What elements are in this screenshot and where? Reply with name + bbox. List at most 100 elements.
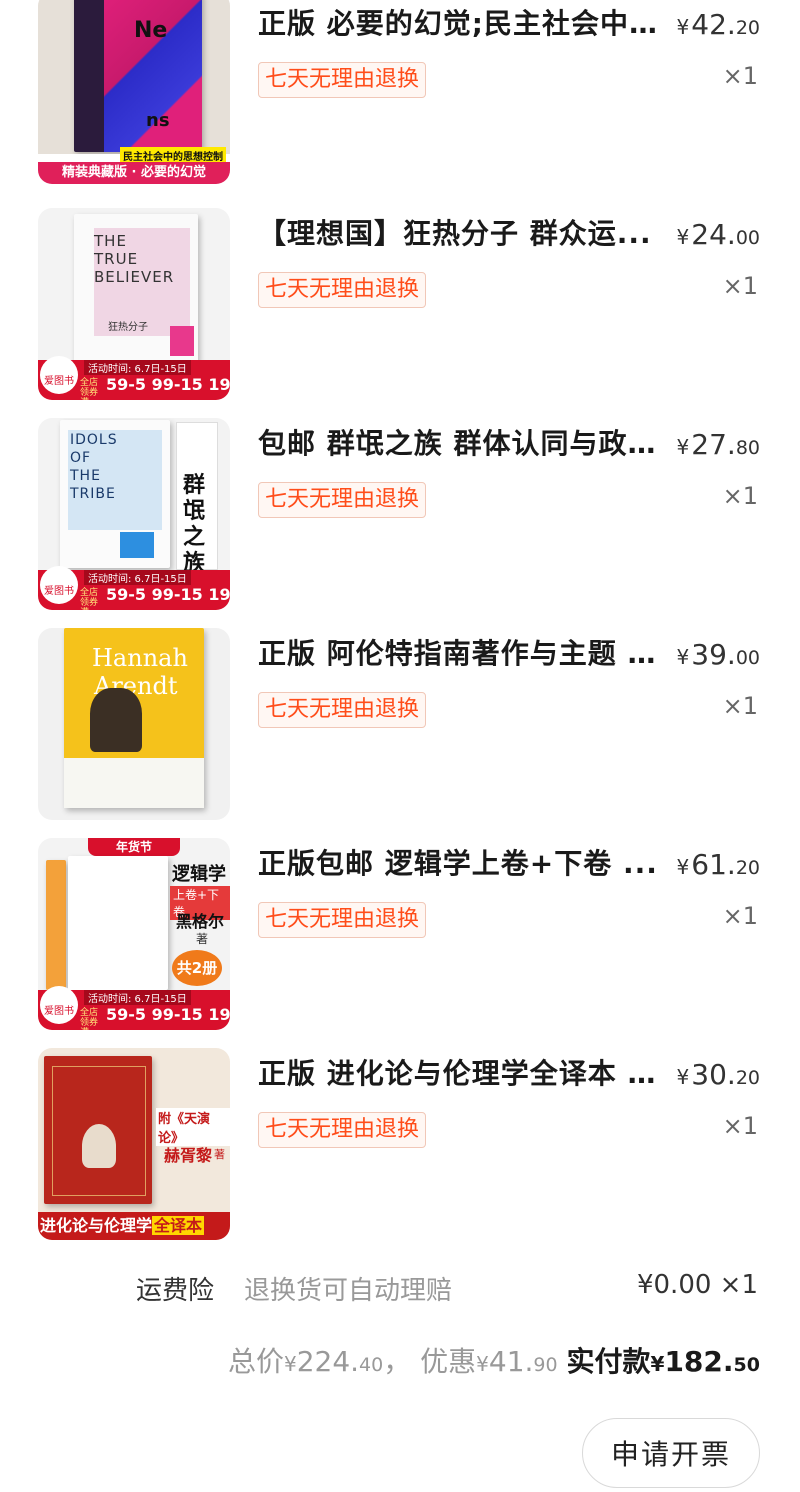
total-decimal: 40	[359, 1354, 384, 1376]
product-title[interactable]: 正版 阿伦特指南著作与主题 ...	[258, 632, 658, 672]
cover-author-suffix: 著	[196, 932, 209, 946]
price-integer: 24.	[691, 218, 736, 251]
price-decimal: 20	[735, 857, 760, 879]
payment-decimal: 50	[733, 1354, 760, 1376]
shipping-insurance-desc: 退换货可自动理赔	[244, 1276, 453, 1306]
return-policy-badge: 七天无理由退换	[258, 272, 427, 308]
product-title[interactable]: 正版包邮 逻辑学上卷+下卷 ...	[258, 842, 658, 882]
volume-count-badge: 共2册	[172, 950, 222, 986]
promo-logo: 爱图书	[40, 566, 78, 604]
promo-banner: 爱图书 活动时间: 6.7日-15日 全店领券满 59-5 99-15 199-…	[38, 356, 230, 400]
shipping-insurance-price: ¥0.00 ×1	[636, 1270, 758, 1300]
discount-integer: 41.	[488, 1345, 534, 1378]
product-quantity: ×1	[722, 692, 758, 720]
price-integer: 61.	[691, 848, 736, 881]
order-detail-page: Ne ns 民主社会中的思想控制 精装典藏版 · 必要的幻觉 正版 必要的幻觉;…	[0, 0, 800, 1492]
order-item[interactable]: 附《天演论》 赫胥黎 著 进化论与伦理学 全译本 正版 进化论与伦理学全译本 ..…	[0, 1048, 800, 1260]
product-price: ¥30.20	[677, 1058, 760, 1091]
product-quantity: ×1	[722, 902, 758, 930]
book-cover-image: Hannah Arendt	[64, 628, 204, 808]
promo-coupon-label: 全店领券满	[80, 588, 99, 610]
price-integer: 39.	[691, 638, 736, 671]
product-thumbnail[interactable]: Ne ns 民主社会中的思想控制 精装典藏版 · 必要的幻觉	[38, 0, 230, 184]
order-item[interactable]: Ne ns 民主社会中的思想控制 精装典藏版 · 必要的幻觉 正版 必要的幻觉;…	[0, 0, 800, 210]
cover-appendix-label: 附《天演论》	[156, 1108, 230, 1146]
currency-symbol: ¥	[676, 15, 690, 39]
product-thumbnail[interactable]: THE TRUE BELIEVER 狂热分子 爱图书 活动时间: 6.7日-15…	[38, 208, 230, 400]
return-policy-badge: 七天无理由退换	[258, 482, 427, 518]
cover-banner-tag: 全译本	[152, 1216, 205, 1235]
cover-author: 赫胥黎	[164, 1146, 213, 1165]
order-totals: 总价¥224.40， 优惠¥41.90 实付款¥182.50	[228, 1340, 760, 1380]
price-decimal: 80	[735, 437, 760, 459]
promo-logo: 爱图书	[40, 356, 78, 394]
product-price: ¥24.00	[677, 218, 760, 251]
total-label: 总价	[227, 1345, 284, 1378]
product-price: ¥61.20	[677, 848, 760, 881]
product-price: ¥42.20	[677, 8, 760, 41]
book-cover-image: IDOLS OF THE TRIBE	[60, 420, 170, 568]
payment-label: 实付款	[566, 1345, 651, 1378]
promo-coupon-values: 59-5 99-15 199-25	[106, 375, 230, 394]
currency-symbol: ¥	[676, 225, 690, 249]
product-title[interactable]: 正版 进化论与伦理学全译本 ...	[258, 1052, 658, 1092]
product-quantity: ×1	[722, 482, 758, 510]
promo-date: 活动时间: 6.7日-15日	[84, 570, 191, 585]
price-decimal: 20	[735, 1067, 760, 1089]
festival-label: 年货节	[88, 838, 180, 856]
price-integer: 42.	[691, 8, 736, 41]
product-title[interactable]: 【理想国】狂热分子 群众运...	[258, 212, 658, 252]
cover-subtitle: 狂热分子	[108, 322, 148, 333]
spine-title: 群氓之族	[183, 473, 206, 576]
payment-integer: 182.	[664, 1345, 734, 1378]
order-item[interactable]: THE TRUE BELIEVER 狂热分子 爱图书 活动时间: 6.7日-15…	[0, 208, 800, 420]
return-policy-badge: 七天无理由退换	[258, 902, 427, 938]
promo-logo: 爱图书	[40, 986, 78, 1024]
promo-date: 活动时间: 6.7日-15日	[84, 360, 191, 375]
product-thumbnail[interactable]: 附《天演论》 赫胥黎 著 进化论与伦理学 全译本	[38, 1048, 230, 1240]
cover-title-line: IDOLS	[70, 432, 118, 448]
order-item[interactable]: 年货节 逻辑学 上卷+下卷 黑格尔 著 共2册 爱图书 活动时间: 6.7日-1…	[0, 838, 800, 1050]
cover-author: 黑格尔	[176, 912, 225, 931]
request-invoice-button[interactable]: 申请开票	[582, 1418, 760, 1488]
product-quantity: ×1	[722, 62, 758, 90]
product-title[interactable]: 正版 必要的幻觉;民主社会中...	[258, 2, 658, 42]
return-policy-badge: 七天无理由退换	[258, 62, 427, 98]
order-totals-row: 总价¥224.40， 优惠¥41.90 实付款¥182.50	[0, 1340, 800, 1384]
product-price: ¥27.80	[677, 428, 760, 461]
order-item[interactable]: Hannah Arendt 正版 阿伦特指南著作与主题 ... ¥39.00 七…	[0, 628, 800, 840]
currency-symbol: ¥	[650, 1352, 665, 1376]
currency-symbol: ¥	[283, 1352, 297, 1376]
product-title[interactable]: 包邮 群氓之族 群体认同与政...	[258, 422, 658, 462]
book-spine: 群氓之族	[176, 422, 218, 576]
cover-title-line: TRIBE	[70, 486, 116, 502]
promo-banner: 爱图书 活动时间: 6.7日-15日 全店领券满 59-5 99-15 199-…	[38, 986, 230, 1030]
book-cover-image: THE TRUE BELIEVER 狂热分子	[74, 214, 198, 362]
portrait-image	[90, 688, 142, 752]
cover-title: 逻辑学	[172, 864, 226, 885]
product-quantity: ×1	[722, 272, 758, 300]
cover-banner-title: 进化论与伦理学	[40, 1216, 153, 1235]
cover-author-suffix: 著	[214, 1148, 225, 1161]
price-integer: 27.	[691, 428, 736, 461]
cover-banner: 精装典藏版 · 必要的幻觉	[38, 162, 230, 184]
currency-symbol: ¥	[676, 435, 690, 459]
book-cover-image	[44, 1056, 152, 1204]
price-integer: 30.	[691, 1058, 736, 1091]
product-thumbnail[interactable]: IDOLS OF THE TRIBE 群氓之族 爱图书 活动时间: 6.7日-1…	[38, 418, 230, 610]
order-item[interactable]: IDOLS OF THE TRIBE 群氓之族 爱图书 活动时间: 6.7日-1…	[0, 418, 800, 630]
product-thumbnail[interactable]: Hannah Arendt	[38, 628, 230, 820]
book-cover-image	[68, 856, 168, 990]
currency-symbol: ¥	[676, 855, 690, 879]
cover-banner: 进化论与伦理学 全译本	[38, 1212, 230, 1240]
product-thumbnail[interactable]: 年货节 逻辑学 上卷+下卷 黑格尔 著 共2册 爱图书 活动时间: 6.7日-1…	[38, 838, 230, 1030]
return-policy-badge: 七天无理由退换	[258, 1112, 427, 1148]
price-decimal: 00	[735, 227, 760, 249]
return-policy-badge: 七天无理由退换	[258, 692, 427, 728]
currency-symbol: ¥	[476, 1352, 489, 1376]
portrait-image	[82, 1124, 116, 1168]
book-cover-image: Ne ns	[74, 0, 202, 152]
cover-title-line: Hannah	[92, 644, 188, 672]
currency-symbol: ¥	[676, 1065, 690, 1089]
promo-coupon-values: 59-5 99-15 199-25	[106, 585, 230, 604]
